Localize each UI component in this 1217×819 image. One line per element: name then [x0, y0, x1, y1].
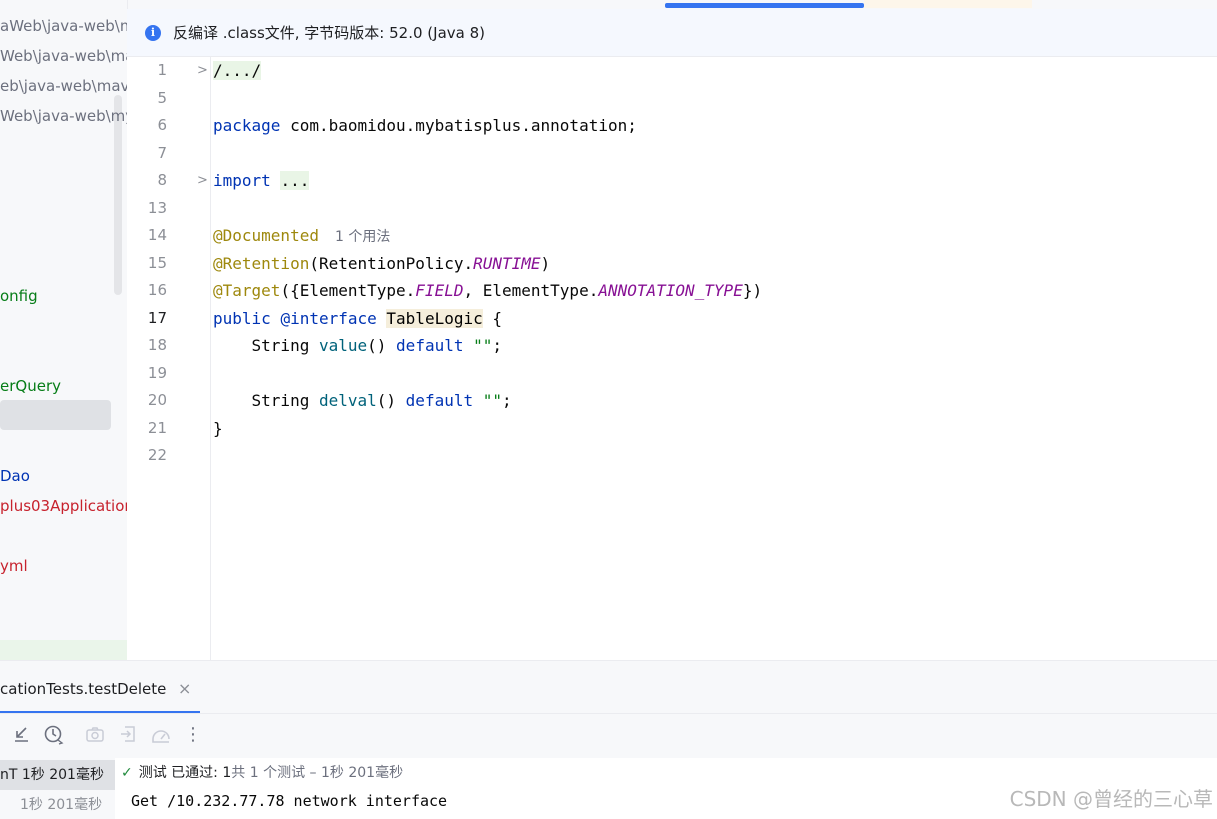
- export-icon[interactable]: [118, 724, 140, 746]
- project-tree-item[interactable]: Web\java-web\mav: [0, 45, 127, 67]
- code-line-declaration: public @interface TableLogic {: [213, 305, 502, 332]
- collapse-icon[interactable]: [10, 724, 32, 746]
- parens: (): [376, 391, 397, 410]
- line-number: 21: [147, 419, 167, 437]
- code-line-import: import ...: [213, 167, 310, 194]
- class-name[interactable]: TableLogic: [386, 309, 483, 328]
- watermark: CSDN @曾经的三心草: [1009, 787, 1213, 811]
- project-tree-item[interactable]: aWeb\java-web\m: [0, 15, 127, 37]
- line-number: 15: [147, 254, 167, 272]
- folded-header[interactable]: /.../: [213, 61, 262, 80]
- line-number: 8: [157, 171, 167, 189]
- usage-hint[interactable]: 1 个用法: [335, 229, 390, 245]
- history-icon[interactable]: [43, 724, 65, 746]
- package-name: com.baomidou.mybatisplus.annotation;: [290, 116, 637, 135]
- editor-gutter: 1 > 5 6 7 8 > 13 14 15 16 17 18 19 20 21…: [127, 57, 211, 660]
- line-number: 7: [157, 144, 167, 162]
- line-number: 1: [157, 61, 167, 79]
- project-tree-selected-row[interactable]: [0, 400, 111, 430]
- keyword-default: default: [396, 336, 464, 355]
- line-number-current: 17: [147, 309, 167, 327]
- target-arg-close: }): [742, 281, 763, 300]
- gauge-icon[interactable]: [150, 724, 172, 746]
- code-editor[interactable]: /.../ package com.baomidou.mybatisplus.a…: [211, 57, 1217, 660]
- code-line-package: package com.baomidou.mybatisplus.annotat…: [213, 112, 637, 139]
- code-line-delval: String delval() default "";: [213, 387, 512, 414]
- line-number: 22: [147, 446, 167, 464]
- code-line-retention: @Retention(RetentionPolicy.RUNTIME): [213, 250, 550, 277]
- status-extra: 共 1 个测试 – 1秒 201毫秒: [231, 765, 404, 781]
- code-line-close: }: [213, 415, 223, 442]
- keyword-interface: @interface: [280, 309, 377, 328]
- project-tree-item[interactable]: plus03Application: [0, 495, 127, 517]
- project-tree-item[interactable]: Web\java-web\myb: [0, 105, 127, 127]
- close-icon[interactable]: ×: [178, 679, 191, 698]
- open-brace: {: [492, 309, 503, 328]
- console-text: Get /10.232.77.78 network interface: [131, 792, 448, 810]
- test-status-line: ✓ 测试 已通过: 1共 1 个测试 – 1秒 201毫秒: [121, 762, 403, 784]
- annotation-documented: @Documented: [213, 226, 319, 245]
- info-icon: i: [145, 25, 161, 41]
- project-tree-panel: aWeb\java-web\m Web\java-web\mav eb\java-w…: [0, 0, 128, 660]
- target-arg-open: ({ElementType.: [280, 281, 416, 300]
- keyword-default: default: [405, 391, 474, 410]
- line-number: 20: [147, 391, 167, 409]
- retention-arg: (RetentionPolicy.: [309, 254, 474, 273]
- retention-field: RUNTIME: [473, 254, 541, 273]
- project-tree-item[interactable]: yml: [0, 555, 28, 577]
- line-number: 18: [147, 336, 167, 354]
- project-tree-status-strip: [0, 640, 127, 660]
- annotation-target: @Target: [213, 281, 281, 300]
- status-label: 测试 已通过:: [138, 765, 223, 781]
- target-field-2: ANNOTATION_TYPE: [598, 281, 743, 300]
- line-number: 16: [147, 281, 167, 299]
- method-value: value: [318, 336, 368, 355]
- test-tree-item[interactable]: 1秒 201毫秒: [20, 794, 102, 814]
- project-tree-item[interactable]: erQuery: [0, 375, 61, 397]
- camera-icon[interactable]: [84, 724, 106, 746]
- project-tree-item[interactable]: eb\java-web\mav: [0, 75, 127, 97]
- code-line-value: String value() default "";: [213, 332, 503, 359]
- retention-close: ): [540, 254, 551, 273]
- fold-expand-icon[interactable]: >: [197, 167, 208, 194]
- parens: (): [367, 336, 387, 355]
- status-count: 1: [222, 765, 232, 781]
- banner-text: 反编译 .class文件, 字节码版本: 52.0 (Java 8): [173, 24, 485, 42]
- target-field-1: FIELD: [415, 281, 464, 300]
- inactive-tab[interactable]: [864, 0, 1032, 8]
- keyword-public: public: [213, 309, 271, 328]
- type-string: String: [251, 391, 310, 410]
- string-literal: "": [482, 391, 503, 410]
- method-delval: delval: [318, 391, 377, 410]
- decompiled-notice-banner: i 反编译 .class文件, 字节码版本: 52.0 (Java 8): [127, 9, 1217, 57]
- semicolon: ;: [502, 391, 512, 410]
- string-literal: "": [473, 336, 493, 355]
- close-brace: }: [213, 419, 223, 438]
- target-arg-mid: , ElementType.: [463, 281, 599, 300]
- line-number: 19: [147, 364, 167, 382]
- run-tab[interactable]: cationTests.testDelete: [0, 661, 166, 713]
- test-tree-item-selected[interactable]: nT 1秒 201毫秒: [0, 760, 115, 790]
- run-toolbar: ⋮: [0, 713, 1217, 759]
- line-number: 14: [147, 226, 167, 244]
- check-icon: ✓: [121, 765, 133, 781]
- project-tree-item[interactable]: Dao: [0, 465, 30, 487]
- line-number: 13: [147, 199, 167, 217]
- semicolon: ;: [492, 336, 503, 355]
- project-tree-item[interactable]: onfig: [0, 285, 38, 307]
- code-line-header: /.../: [213, 57, 262, 84]
- keyword-package: package: [213, 116, 281, 135]
- type-string: String: [251, 336, 310, 355]
- line-number: 6: [157, 116, 167, 134]
- code-line-target: @Target({ElementType.FIELD, ElementType.…: [213, 277, 762, 304]
- active-tab-indicator[interactable]: [665, 3, 864, 8]
- folded-imports[interactable]: ...: [280, 171, 310, 190]
- test-results-tree: nT 1秒 201毫秒 1秒 201毫秒: [0, 758, 115, 819]
- annotation-retention: @Retention: [213, 254, 310, 273]
- keyword-import: import: [213, 171, 271, 190]
- fold-expand-icon[interactable]: >: [197, 57, 208, 84]
- more-icon[interactable]: ⋮: [182, 724, 204, 746]
- line-number: 5: [157, 89, 167, 107]
- code-line-documented: @Documented 1 个用法: [213, 222, 390, 249]
